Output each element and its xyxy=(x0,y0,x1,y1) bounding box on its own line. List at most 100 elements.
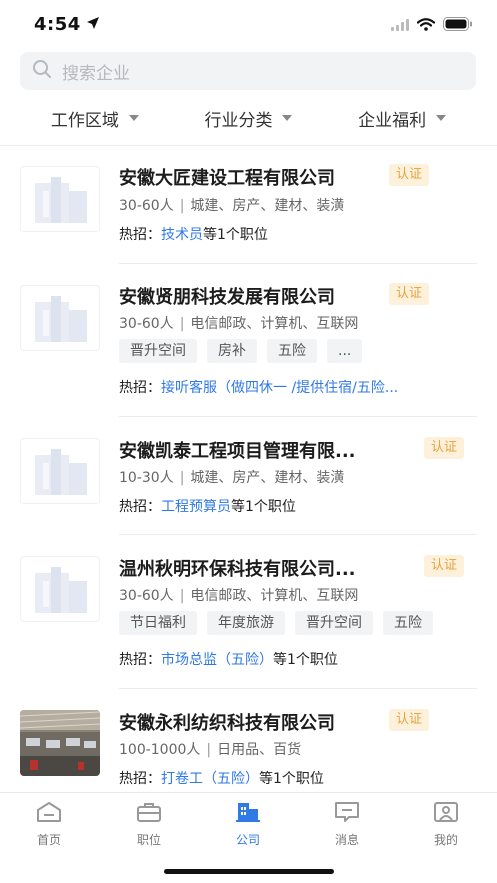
company-list: 安徽大匠建设工程有限公司 认证 30-60人 | 城建、房产、建材、装潢 热招：技术… xyxy=(0,146,497,799)
company-card[interactable]: 安徽永利纺织科技有限公司 认证 100-1000人 | 日用品、百货 热招：打卷工（… xyxy=(0,689,497,799)
caret-down-icon xyxy=(282,115,293,121)
verified-badge: 认证 xyxy=(424,555,465,577)
profile-icon xyxy=(433,802,459,827)
filter-label: 行业分类 xyxy=(204,110,273,131)
building-icon xyxy=(20,556,100,622)
verified-badge: 认证 xyxy=(389,164,430,186)
company-size: 100-1000人 xyxy=(119,742,201,758)
benefit-tags: 晋升空间 房补 五险 ... xyxy=(119,339,363,363)
hot-jobs: 热招：技术员等1个职位 xyxy=(119,224,268,244)
company-size: 30-60人 xyxy=(119,198,174,214)
company-name: 安徽永利纺织科技有限公司 xyxy=(119,713,335,734)
company-name: 安徽大匠建设工程有限公司 xyxy=(119,168,335,189)
hot-label: 热招： xyxy=(119,652,161,668)
benefit-tags: 节日福利 年度旅游 晋升空间 五险 xyxy=(119,611,433,635)
filter-label: 企业福利 xyxy=(358,110,427,131)
verified-badge: 认证 xyxy=(424,437,465,459)
tab-label: 首页 xyxy=(36,833,61,847)
benefit-tag: 房补 xyxy=(207,339,257,363)
hot-jobs: 热招：打卷工（五险）等1个职位 xyxy=(119,768,324,788)
company-size: 30-60人 xyxy=(119,316,174,332)
hot-count: 等1个职位 xyxy=(231,499,296,515)
company-icon xyxy=(235,803,261,827)
hot-label: 热招： xyxy=(119,380,161,396)
hot-job-link[interactable]: 技术员 xyxy=(161,227,203,243)
company-industry: 城建、房产、建材、装潢 xyxy=(190,470,345,486)
factory-photo xyxy=(20,710,100,776)
filter-bar: 工作区域 行业分类 企业福利 xyxy=(0,98,497,138)
status-indicators xyxy=(391,16,473,35)
search-icon xyxy=(32,59,52,83)
benefit-tag: 五险 xyxy=(383,611,433,635)
benefit-tag-more: ... xyxy=(327,339,363,363)
tab-profile[interactable]: 我的 xyxy=(416,801,476,848)
home-icon xyxy=(36,802,62,827)
verified-badge: 认证 xyxy=(389,283,430,305)
tab-company[interactable]: 公司 xyxy=(218,801,278,848)
company-industry: 电信邮政、计算机、互联网 xyxy=(190,316,359,332)
company-meta: 30-60人 | 城建、房产、建材、装潢 xyxy=(119,198,345,214)
company-card[interactable]: 温州秋明环保科技有限公司... 认证 30-60人 | 电信邮政、计算机、互联网 节… xyxy=(0,535,497,689)
company-industry: 城建、房产、建材、装潢 xyxy=(190,198,345,214)
filter-benefits[interactable]: 企业福利 xyxy=(358,106,447,131)
caret-down-icon xyxy=(436,115,447,121)
hot-label: 热招： xyxy=(119,227,161,243)
status-time: 4:54 xyxy=(34,14,81,35)
status-bar: 4:54 xyxy=(0,0,497,46)
tab-label: 职位 xyxy=(136,833,161,847)
company-meta: 30-60人 | 电信邮政、计算机、互联网 xyxy=(119,588,359,604)
company-card[interactable]: 安徽大匠建设工程有限公司 认证 30-60人 | 城建、房产、建材、装潢 热招：技术… xyxy=(0,146,497,264)
message-icon xyxy=(334,802,360,827)
hot-job-link[interactable]: 市场总监（五险） xyxy=(161,652,273,668)
hot-label: 热招： xyxy=(119,499,161,515)
caret-down-icon xyxy=(128,115,139,121)
location-arrow-icon xyxy=(86,15,100,34)
tab-label: 公司 xyxy=(235,833,260,847)
hot-job-link[interactable]: 接听客服（做四休一 /提供住宿/五险... xyxy=(161,380,398,396)
benefit-tag: 晋升空间 xyxy=(119,339,197,363)
verified-badge: 认证 xyxy=(389,709,430,731)
tab-label: 消息 xyxy=(334,833,359,847)
company-size: 10-30人 xyxy=(119,470,174,486)
hot-count: 等1个职位 xyxy=(203,227,268,243)
company-card[interactable]: 安徽凯泰工程项目管理有限... 认证 10-30人 | 城建、房产、建材、装潢 热招… xyxy=(0,417,497,535)
hot-jobs: 热招：接听客服（做四休一 /提供住宿/五险... xyxy=(119,377,398,397)
building-icon xyxy=(20,438,100,504)
hot-jobs: 热招：市场总监（五险）等1个职位 xyxy=(119,649,338,669)
company-industry: 日用品、百货 xyxy=(217,742,302,758)
hot-count: 等1个职位 xyxy=(259,771,324,787)
filter-work-area[interactable]: 工作区域 xyxy=(51,106,139,131)
search-placeholder: 搜索企业 xyxy=(62,63,130,84)
home-indicator[interactable] xyxy=(164,869,334,874)
hot-label: 热招： xyxy=(119,771,161,787)
tab-jobs[interactable]: 职位 xyxy=(119,801,179,848)
company-meta: 30-60人 | 电信邮政、计算机、互联网 xyxy=(119,316,359,332)
building-icon xyxy=(20,166,100,232)
filter-industry[interactable]: 行业分类 xyxy=(204,106,293,131)
company-industry: 电信邮政、计算机、互联网 xyxy=(190,588,359,604)
building-icon xyxy=(20,285,100,351)
tab-home[interactable]: 首页 xyxy=(19,801,79,848)
hot-job-link[interactable]: 工程预算员 xyxy=(161,499,231,515)
hot-job-link[interactable]: 打卷工（五险） xyxy=(161,771,259,787)
tab-messages[interactable]: 消息 xyxy=(317,801,377,848)
benefit-tag: 年度旅游 xyxy=(207,611,285,635)
briefcase-icon xyxy=(136,803,162,827)
filter-label: 工作区域 xyxy=(50,110,119,131)
benefit-tag: 五险 xyxy=(267,339,317,363)
company-meta: 100-1000人 | 日用品、百货 xyxy=(119,742,302,758)
battery-icon xyxy=(443,16,473,35)
company-card[interactable]: 安徽贤朋科技发展有限公司 认证 30-60人 | 电信邮政、计算机、互联网 晋升空间… xyxy=(0,264,497,417)
hot-jobs: 热招：工程预算员等1个职位 xyxy=(119,496,296,516)
company-meta: 10-30人 | 城建、房产、建材、装潢 xyxy=(119,470,345,486)
benefit-tag: 晋升空间 xyxy=(295,611,373,635)
search-input[interactable]: 搜索企业 xyxy=(20,52,476,90)
company-name: 温州秋明环保科技有限公司... xyxy=(119,559,356,580)
company-size: 30-60人 xyxy=(119,588,174,604)
signal-icon xyxy=(391,16,409,35)
tab-label: 我的 xyxy=(433,833,458,847)
benefit-tag: 节日福利 xyxy=(119,611,197,635)
hot-count: 等1个职位 xyxy=(273,652,338,668)
company-name: 安徽凯泰工程项目管理有限... xyxy=(119,441,356,462)
wifi-icon xyxy=(416,16,436,35)
